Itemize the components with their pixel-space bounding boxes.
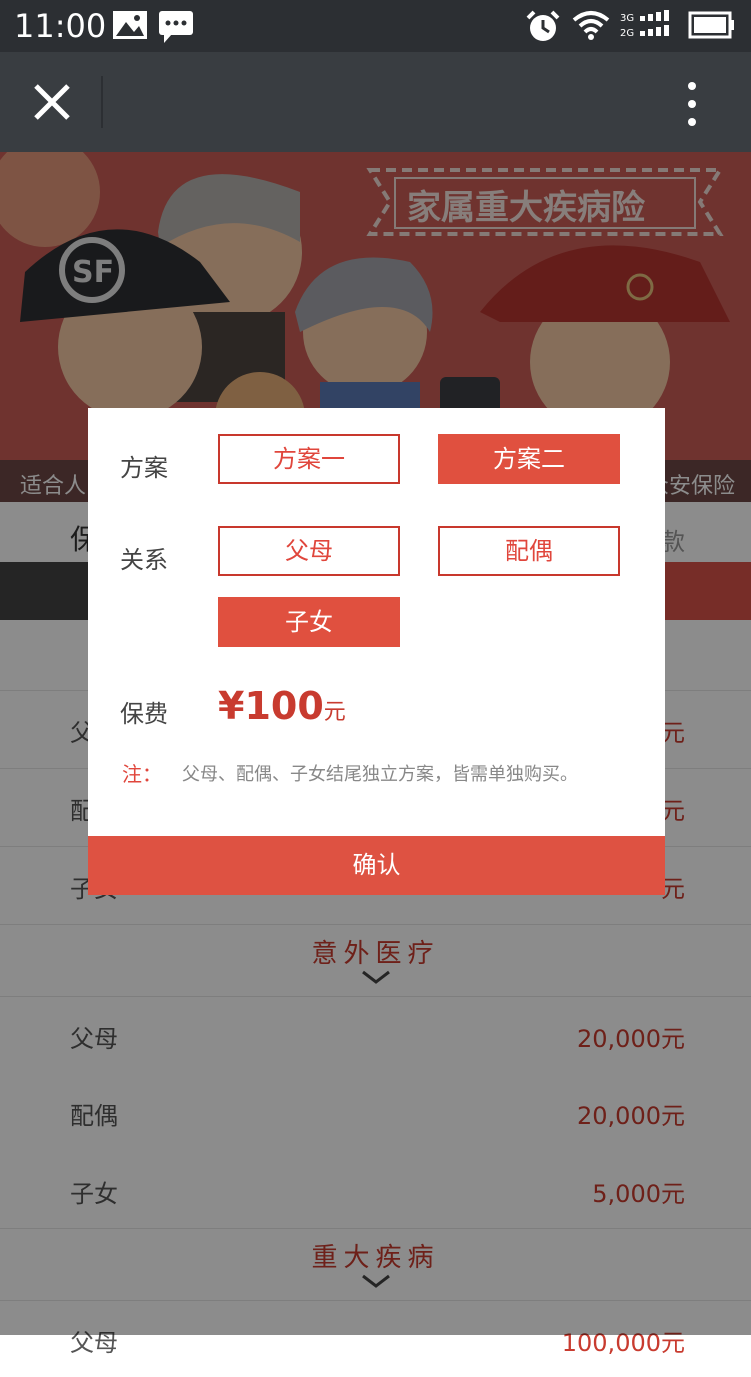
confirm-button[interactable]: 确认 (88, 836, 665, 895)
status-time: 11:00 (14, 7, 107, 45)
nav-bar (0, 52, 751, 152)
fee-label: 保费 (120, 700, 168, 728)
plan-selection-dialog: 方案 方案一 方案二 关系 父母 配偶 子女 保费 ¥100元 注： 父母、配偶… (88, 408, 665, 895)
close-icon[interactable] (28, 78, 76, 126)
note-text: 父母、配偶、子女结尾独立方案，皆需单独购买。 (182, 764, 578, 785)
price-amount: ¥100 (218, 684, 324, 728)
status-bar: 11:00 3G 2G (0, 0, 751, 52)
image-icon (113, 11, 147, 39)
svg-text:2G: 2G (620, 28, 634, 39)
note-label: 注： (122, 762, 162, 786)
relation-label: 关系 (120, 546, 168, 574)
plan-label: 方案 (120, 454, 168, 482)
svg-text:3G: 3G (620, 13, 634, 24)
wifi-icon (572, 11, 610, 40)
message-icon (159, 11, 193, 43)
relation-option-children[interactable]: 子女 (218, 597, 400, 647)
plan-option-1[interactable]: 方案一 (218, 434, 400, 484)
relation-option-parents[interactable]: 父母 (218, 526, 400, 576)
more-icon[interactable] (682, 80, 702, 128)
price-unit: 元 (323, 700, 346, 725)
signal-icon: 3G 2G (620, 10, 669, 39)
premium-price: ¥100元 (218, 684, 346, 728)
relation-option-spouse[interactable]: 配偶 (438, 526, 620, 576)
alarm-icon (526, 10, 560, 41)
plan-option-2[interactable]: 方案二 (438, 434, 620, 484)
battery-icon (688, 11, 734, 39)
nav-divider (101, 76, 103, 128)
